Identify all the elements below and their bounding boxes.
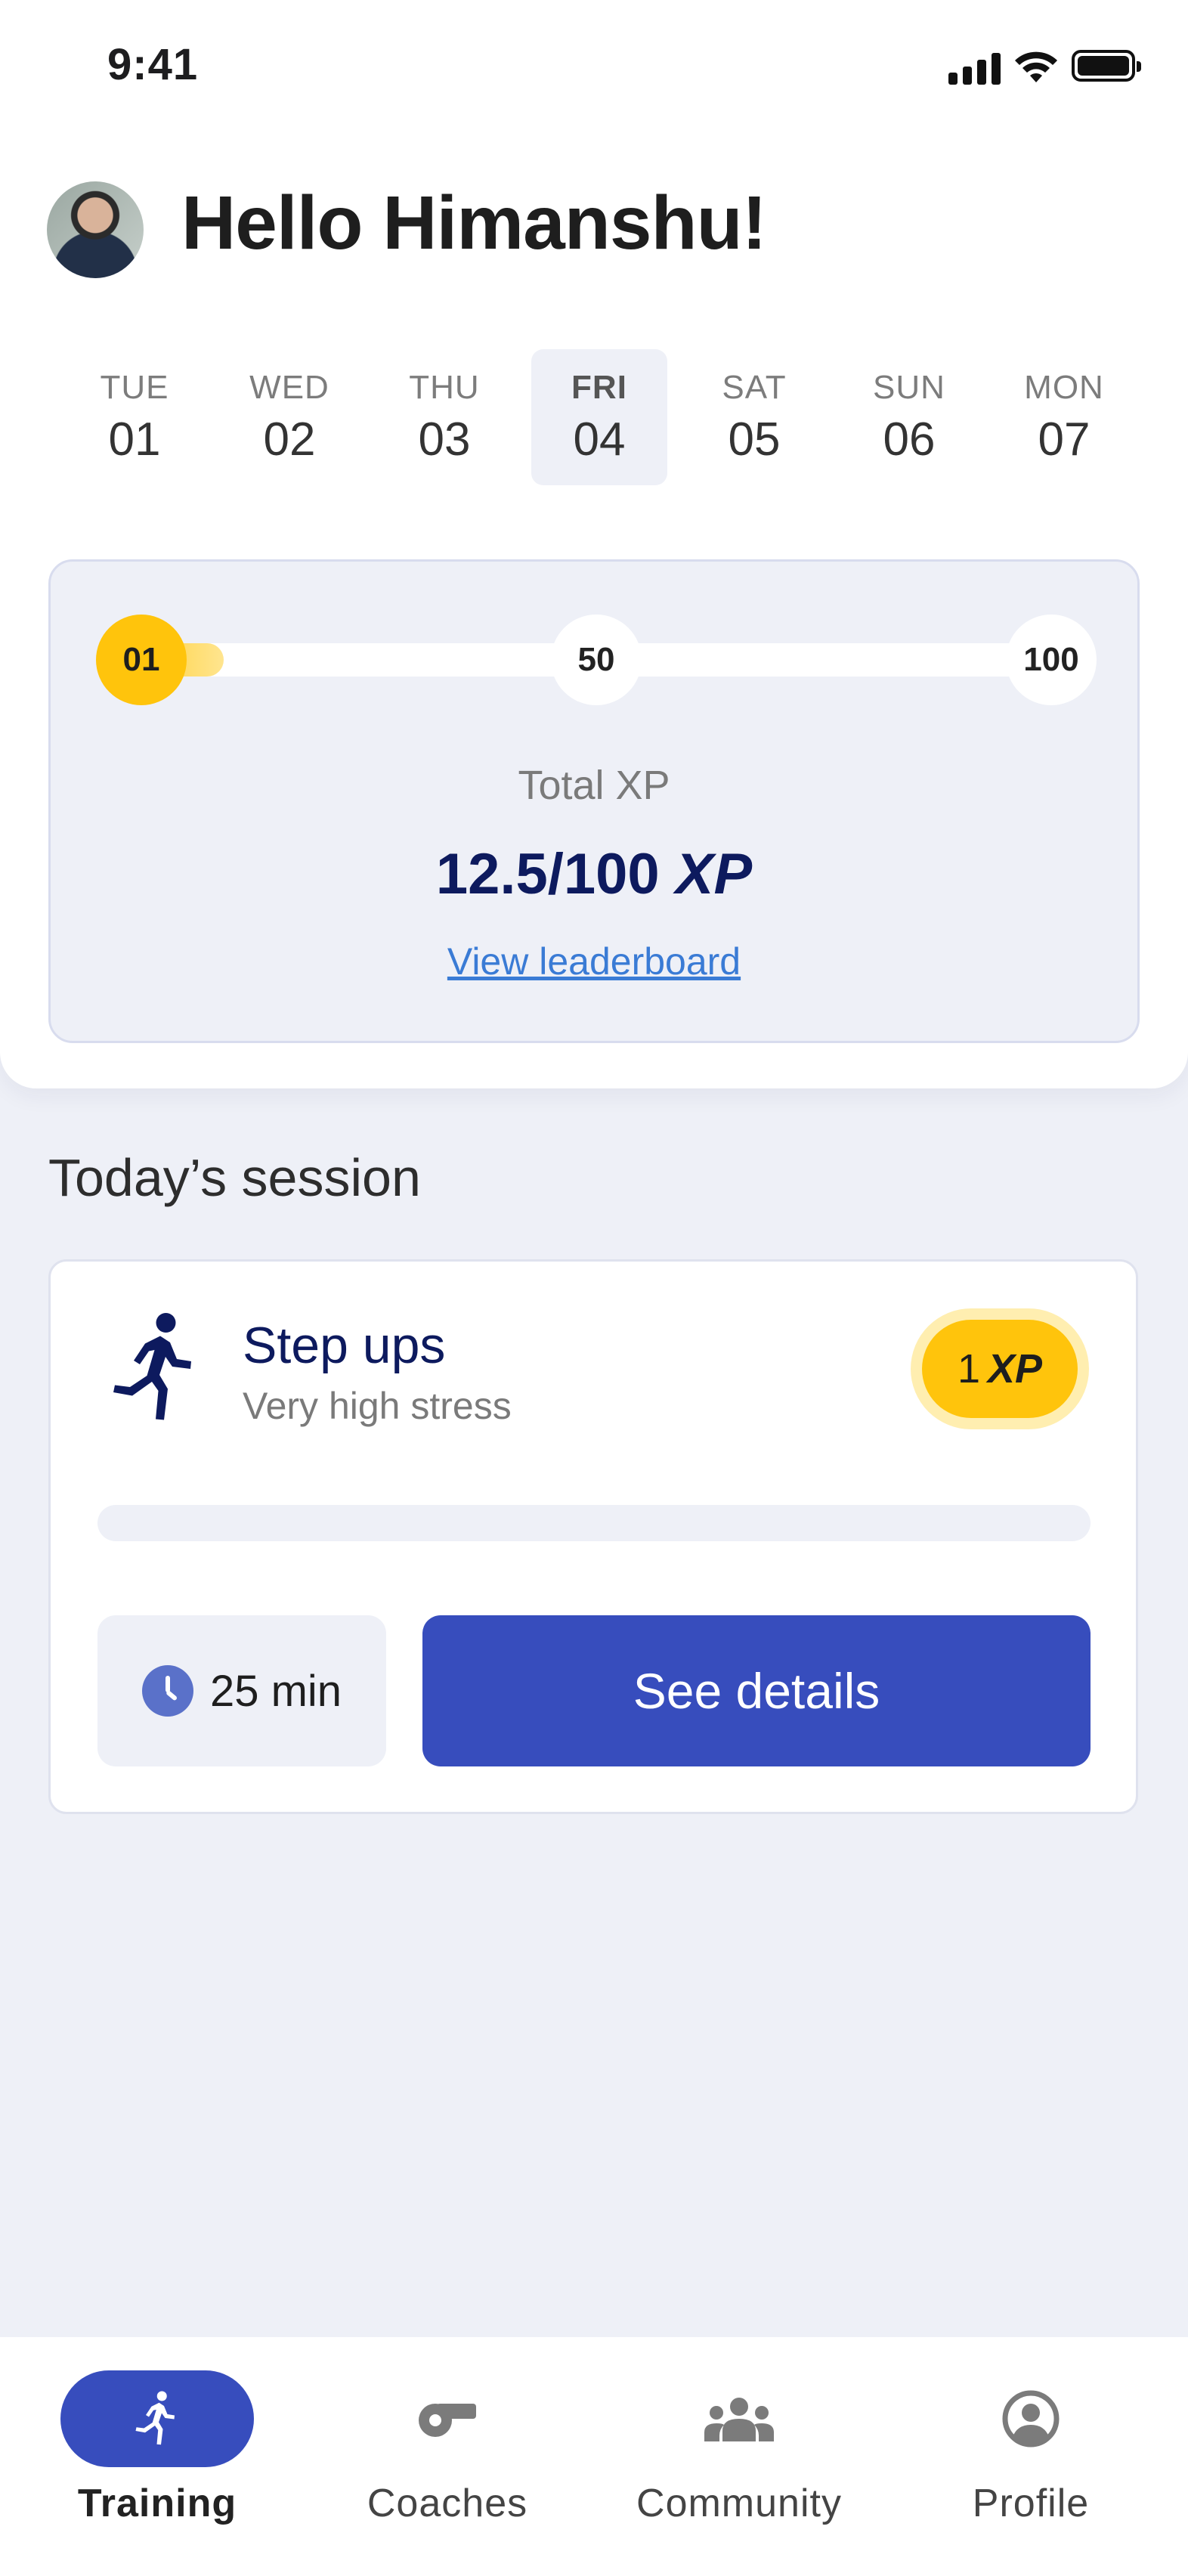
- nav-training[interactable]: Training: [44, 2370, 271, 2526]
- duration-chip: 25 min: [97, 1615, 386, 1766]
- day-number: 06: [883, 413, 936, 466]
- nav-icon-wrap: [934, 2370, 1128, 2467]
- nav-profile[interactable]: Profile: [917, 2370, 1144, 2526]
- day-number: 05: [728, 413, 781, 466]
- xp-badge: 1 XP: [911, 1308, 1089, 1429]
- nav-label: Training: [77, 2482, 237, 2525]
- greeting-title: Hello Himanshu!: [181, 181, 767, 265]
- day-sat[interactable]: SAT 05: [686, 349, 822, 485]
- session-subtitle: Very high stress: [243, 1385, 512, 1427]
- see-details-button[interactable]: See details: [422, 1615, 1091, 1766]
- xp-milestone-current: 01: [96, 615, 187, 705]
- xp-badge-amount: 1: [957, 1346, 980, 1392]
- session-progress-bar: [97, 1505, 1091, 1541]
- day-wed[interactable]: WED 02: [221, 349, 357, 485]
- day-name: MON: [1024, 368, 1104, 406]
- cellular-signal-icon: [948, 47, 1001, 85]
- day-number: 03: [418, 413, 471, 466]
- day-number: 04: [573, 413, 626, 466]
- xp-milestone-100: 100: [1006, 615, 1097, 705]
- day-number: 01: [108, 413, 161, 466]
- xp-unit: XP: [675, 842, 753, 906]
- nav-icon-wrap: [351, 2370, 544, 2467]
- day-name: THU: [409, 368, 480, 406]
- day-sun[interactable]: SUN 06: [841, 349, 977, 485]
- nav-active-pill: [60, 2370, 254, 2467]
- status-icons: [948, 47, 1141, 85]
- view-leaderboard-link[interactable]: View leaderboard: [51, 940, 1137, 983]
- day-thu[interactable]: THU 03: [376, 349, 512, 485]
- session-title: Step ups: [243, 1317, 446, 1374]
- nav-community[interactable]: Community: [626, 2370, 852, 2526]
- section-title: Today’s session: [48, 1148, 421, 1207]
- status-time: 9:41: [107, 40, 199, 89]
- xp-badge-inner: 1 XP: [922, 1320, 1078, 1418]
- battery-icon: [1072, 50, 1141, 82]
- people-icon: [704, 2398, 774, 2441]
- avatar[interactable]: [47, 181, 144, 278]
- day-fri-selected[interactable]: FRI 04: [531, 349, 667, 485]
- day-tue[interactable]: TUE 01: [67, 349, 203, 485]
- wifi-icon: [1015, 51, 1057, 82]
- day-name: WED: [249, 368, 329, 406]
- day-name: SUN: [873, 368, 945, 406]
- nav-label: Coaches: [367, 2482, 528, 2525]
- nav-icon-wrap: [642, 2370, 836, 2467]
- day-number: 02: [263, 413, 316, 466]
- whistle-icon: [419, 2404, 476, 2437]
- xp-milestone-50: 50: [551, 615, 642, 705]
- xp-badge-unit: XP: [988, 1346, 1043, 1392]
- xp-progress-card: 01 50 100 Total XP 12.5/100 XP View lead…: [48, 559, 1140, 1043]
- date-strip: TUE 01 WED 02 THU 03 FRI 04 SAT 05 SUN 0…: [67, 349, 1132, 485]
- total-xp-label: Total XP: [518, 763, 670, 808]
- xp-amount: 12.5/100: [435, 842, 660, 906]
- nav-coaches[interactable]: Coaches: [334, 2370, 561, 2526]
- day-mon[interactable]: MON 07: [996, 349, 1132, 485]
- bottom-nav: Training Coaches Community Profile: [0, 2337, 1188, 2576]
- nav-label: Community: [636, 2482, 842, 2525]
- day-name: FRI: [571, 368, 627, 406]
- total-xp-value: 12.5/100 XP: [51, 841, 1137, 907]
- nav-label: Profile: [972, 2482, 1090, 2525]
- profile-icon: [1002, 2390, 1060, 2448]
- clock-icon: [141, 1665, 193, 1717]
- session-card[interactable]: Step ups Very high stress 1 XP 25 min Se…: [48, 1259, 1138, 1814]
- day-number: 07: [1038, 413, 1091, 466]
- day-name: SAT: [722, 368, 787, 406]
- duration-text: 25 min: [209, 1666, 342, 1716]
- runner-icon: [135, 2391, 175, 2445]
- day-name: TUE: [100, 368, 169, 406]
- runner-icon: [113, 1313, 191, 1420]
